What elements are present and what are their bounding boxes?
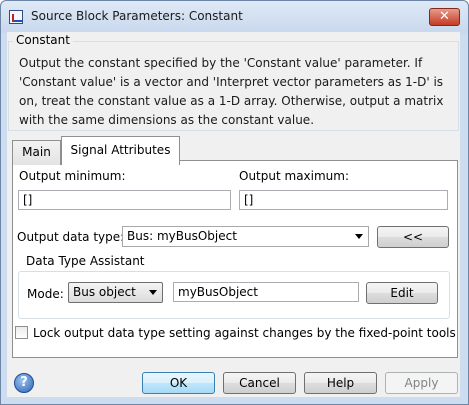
mode-label: Mode:: [27, 287, 64, 301]
close-button[interactable]: ✕: [429, 8, 460, 26]
output-minimum-field[interactable]: []: [18, 190, 231, 210]
output-maximum-field[interactable]: []: [239, 190, 448, 210]
ok-button[interactable]: OK: [142, 372, 215, 394]
edit-button[interactable]: Edit: [366, 282, 438, 304]
data-type-assistant-toggle-button[interactable]: <<: [377, 226, 449, 248]
output-data-type-select[interactable]: Bus: myBusObject: [122, 226, 369, 247]
output-minimum-label: Output minimum:: [19, 169, 126, 183]
title-bar[interactable]: Source Block Parameters: Constant ✕: [1, 1, 468, 33]
tab-signal-attributes[interactable]: Signal Attributes: [61, 136, 180, 165]
cancel-button[interactable]: Cancel: [223, 372, 296, 394]
output-data-type-value: Bus: myBusObject: [127, 229, 237, 243]
apply-button: Apply: [385, 372, 458, 394]
bus-object-field[interactable]: myBusObject: [173, 282, 359, 302]
question-icon[interactable]: ?: [14, 373, 34, 393]
block-description-text: Output the constant specified by the 'Co…: [19, 56, 444, 127]
output-data-type-label: Output data type:: [17, 230, 125, 244]
chevron-down-icon: [149, 290, 157, 295]
chevron-down-icon: [355, 234, 363, 239]
simulink-app-icon: [9, 10, 23, 24]
block-name-label: Constant: [13, 33, 73, 47]
help-button[interactable]: Help: [304, 372, 377, 394]
window-title: Source Block Parameters: Constant: [31, 9, 243, 23]
mode-value: Bus object: [73, 285, 136, 299]
lock-data-type-label: Lock output data type setting against ch…: [33, 326, 456, 340]
data-type-assistant-label: Data Type Assistant: [24, 254, 147, 268]
mode-select[interactable]: Bus object: [68, 282, 163, 303]
output-maximum-label: Output maximum:: [239, 169, 350, 183]
lock-data-type-checkbox[interactable]: [15, 326, 28, 339]
tab-main[interactable]: Main: [12, 140, 61, 165]
